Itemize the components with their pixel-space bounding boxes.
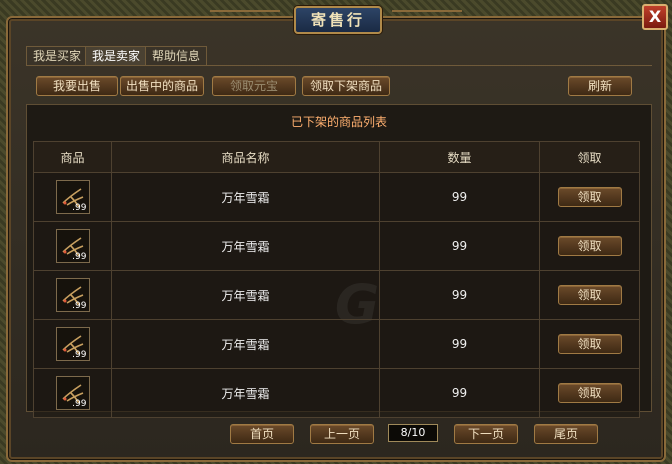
title-ornament-right [392, 10, 462, 28]
item-quantity: 99 [379, 319, 540, 369]
item-cell: .99 [33, 172, 112, 222]
refresh-button[interactable]: 刷新 [568, 76, 632, 96]
header-name: 商品名称 [111, 141, 380, 173]
claim-button[interactable]: 领取 [557, 334, 622, 354]
title-ornament-left [210, 10, 280, 28]
header-quantity: 数量 [379, 141, 540, 173]
claim-button[interactable]: 领取 [557, 236, 622, 256]
action-cell: 领取 [539, 172, 640, 222]
item-cell: .99 [33, 319, 112, 369]
item-quantity: 99 [379, 172, 540, 222]
window-title: 寄售行 [294, 6, 382, 34]
item-quantity: 99 [379, 368, 540, 418]
item-cell: .99 [33, 270, 112, 320]
item-quantity: 99 [379, 270, 540, 320]
item-cell: .99 [33, 221, 112, 271]
item-stack-count: .99 [72, 252, 87, 262]
on-sale-items-button[interactable]: 出售中的商品 [120, 76, 204, 96]
table-row: .99 万年雪霜 99 领取 [33, 368, 640, 418]
close-button[interactable]: X [642, 4, 668, 30]
page-indicator: 8/10 [388, 424, 438, 442]
action-cell: 领取 [539, 221, 640, 271]
first-page-button[interactable]: 首页 [230, 424, 294, 444]
table-row: .99 万年雪霜 99 领取 [33, 270, 640, 320]
header-action: 领取 [539, 141, 640, 173]
claim-button[interactable]: 领取 [557, 285, 622, 305]
tab-buyer[interactable]: 我是买家 [26, 46, 89, 66]
item-slot[interactable]: .99 [55, 376, 90, 410]
item-slot[interactable]: .99 [55, 278, 90, 312]
action-cell: 领取 [539, 319, 640, 369]
claim-button[interactable]: 领取 [557, 187, 622, 207]
tab-help[interactable]: 帮助信息 [145, 46, 208, 66]
item-slot[interactable]: .99 [55, 229, 90, 263]
next-page-button[interactable]: 下一页 [454, 424, 518, 444]
claim-removed-items-button[interactable]: 领取下架商品 [302, 76, 390, 96]
header-item: 商品 [33, 141, 112, 173]
action-cell: 领取 [539, 368, 640, 418]
item-stack-count: .99 [72, 399, 87, 409]
item-name: 万年雪霜 [111, 368, 380, 418]
item-stack-count: .99 [72, 203, 87, 213]
item-quantity: 99 [379, 221, 540, 271]
item-name: 万年雪霜 [111, 172, 380, 222]
item-cell: .99 [33, 368, 112, 418]
item-stack-count: .99 [72, 301, 87, 311]
table-row: .99 万年雪霜 99 领取 [33, 221, 640, 271]
item-slot[interactable]: .99 [55, 327, 90, 361]
list-caption: 已下架的商品列表 [290, 115, 387, 129]
item-name: 万年雪霜 [111, 270, 380, 320]
items-table: 商品 商品名称 数量 领取 .99 万年雪霜 99 领取 .99 万年雪霜 99… [33, 141, 640, 418]
item-slot[interactable]: .99 [55, 180, 90, 214]
tab-divider [26, 65, 652, 66]
table-row: .99 万年雪霜 99 领取 [33, 172, 640, 222]
prev-page-button[interactable]: 上一页 [310, 424, 374, 444]
removed-items-panel: 已下架的商品列表 G 商品 商品名称 数量 领取 .9 [26, 104, 652, 418]
table-header-row: 商品 商品名称 数量 领取 [33, 141, 640, 173]
item-name: 万年雪霜 [111, 319, 380, 369]
action-cell: 领取 [539, 270, 640, 320]
item-stack-count: .99 [72, 350, 87, 360]
last-page-button[interactable]: 尾页 [534, 424, 598, 444]
sell-button[interactable]: 我要出售 [36, 76, 118, 96]
claim-button[interactable]: 领取 [557, 383, 622, 403]
game-background: 寄售行 X 我是买家 我是卖家 帮助信息 我要出售 出售中的商品 领取元宝 领取… [0, 0, 672, 464]
claim-ingot-button[interactable]: 领取元宝 [212, 76, 296, 96]
table-row: .99 万年雪霜 99 领取 [33, 319, 640, 369]
item-name: 万年雪霜 [111, 221, 380, 271]
tab-seller[interactable]: 我是卖家 [85, 46, 148, 66]
